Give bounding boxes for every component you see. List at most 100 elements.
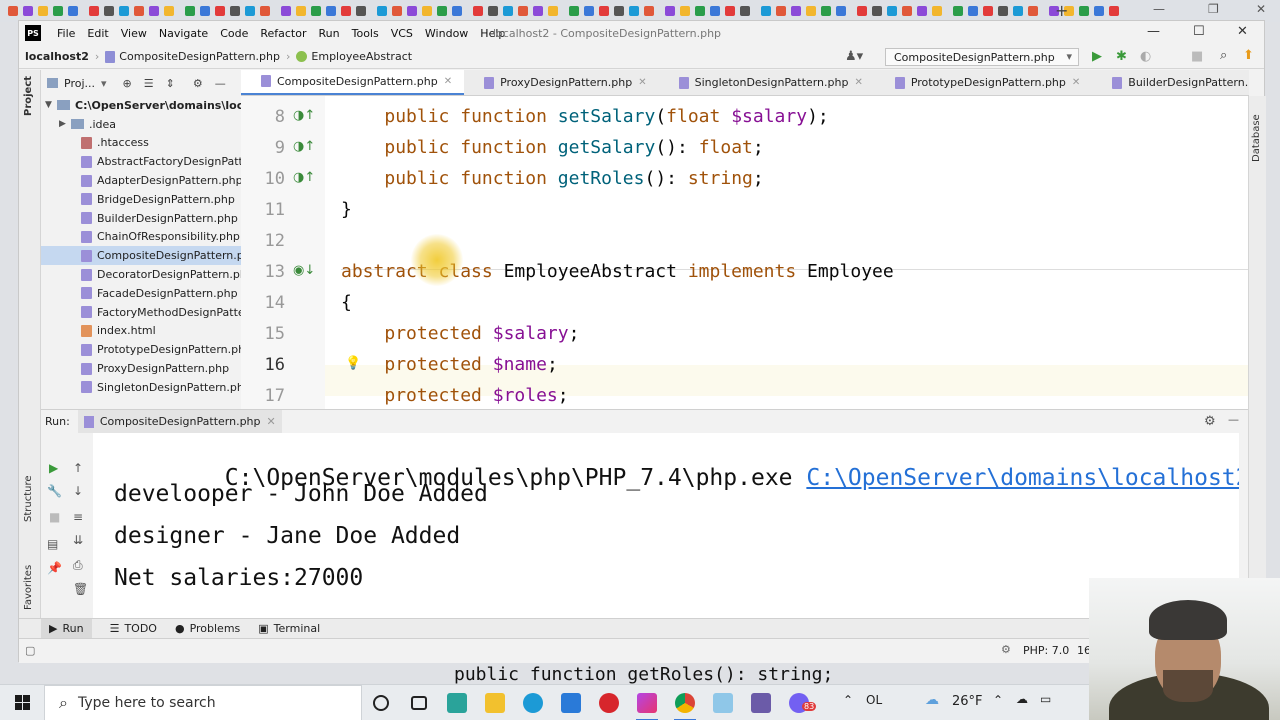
browser-tab-favicon-icon[interactable] [710,6,720,16]
menu-edit[interactable]: Edit [81,27,114,40]
notepad-icon[interactable] [704,685,742,720]
browser-tab-favicon-icon[interactable] [8,6,18,16]
new-tab-icon[interactable]: + [1055,1,1068,20]
user-icon[interactable]: ♟▾ [845,49,863,64]
collapse-all-icon[interactable]: ⇕ [166,77,175,90]
menu-navigate[interactable]: Navigate [153,27,214,40]
debug-icon[interactable]: ✱ [1116,49,1127,64]
viber-icon[interactable]: 83 [780,685,818,720]
browser-tab-favicon-icon[interactable] [23,6,33,16]
implements-method-icon[interactable]: ◑↑ [293,139,315,154]
project-tool-tab[interactable]: Project [23,76,34,116]
browser-tab-favicon-icon[interactable] [245,6,255,16]
taskbar-search[interactable]: ⌕ Type here to search [44,684,362,720]
browser-tab-favicon-icon[interactable] [260,6,270,16]
breadcrumb-file[interactable]: CompositeDesignPattern.php [99,50,286,63]
browser-tab-favicon-icon[interactable] [836,6,846,16]
trash-icon[interactable]: 🗑 [73,582,88,596]
code-editor[interactable]: 8 ◑↑ 9 ◑↑ 10 ◑↑ 11 12 13 ◉↓ 14 15 16 17 public functi… [241,96,1248,421]
cortana-icon[interactable] [362,685,400,720]
print-icon[interactable]: ⎙ [73,558,83,573]
menu-view[interactable]: View [115,27,153,40]
browser-tab-favicon-icon[interactable] [791,6,801,16]
browser-tab-favicon-icon[interactable] [68,6,78,16]
browser-tab-favicon-icon[interactable] [533,6,543,16]
scroll-to-end-icon[interactable]: ⇊ [73,533,83,547]
pin-icon[interactable]: 📌 [47,561,62,575]
menu-code[interactable]: Code [214,27,254,40]
file-explorer-icon[interactable] [476,685,514,720]
wrench-icon[interactable]: 🔧 [47,484,62,498]
expand-all-icon[interactable]: ☰ [144,77,154,90]
tree-item[interactable]: AbstractFactoryDesignPattern.php [41,152,241,171]
hide-panel-icon[interactable]: — [215,77,226,90]
mail-icon[interactable] [552,685,590,720]
weather-icon[interactable]: ☁ [925,692,939,708]
browser-tab-favicon-icon[interactable] [857,6,867,16]
browser-tab-favicon-icon[interactable] [740,6,750,16]
editor-tab[interactable]: SingletonDesignPattern.php ✕ [659,70,875,95]
browser-tab-favicon-icon[interactable] [569,6,579,16]
menu-file[interactable]: File [51,27,81,40]
cloud-icon[interactable]: ☁ [1016,692,1028,706]
tree-root[interactable]: ▼ C:\OpenServer\domains\localhost2 [41,96,241,115]
browser-tab-favicon-icon[interactable] [983,6,993,16]
browser-tab-favicon-icon[interactable] [821,6,831,16]
implements-method-icon[interactable]: ◑↑ [293,170,315,185]
tree-item[interactable]: BridgeDesignPattern.php [41,190,241,209]
tree-item[interactable]: DecoratorDesignPattern.php [41,265,241,284]
structure-tool-tab[interactable]: Structure [23,475,34,522]
browser-tab-favicon-icon[interactable] [296,6,306,16]
close-icon[interactable]: ✕ [1237,24,1248,39]
browser-tab-favicon-icon[interactable] [488,6,498,16]
console-file-link[interactable]: C:\OpenServer\domains\localhost2\C [806,465,1239,491]
coverage-icon[interactable]: ◐ [1140,49,1151,64]
browser-tab-favicon-icon[interactable] [695,6,705,16]
browser-tab-favicon-icon[interactable] [503,6,513,16]
task-view-icon[interactable] [400,685,438,720]
soft-wrap-icon[interactable]: ≡ [73,510,83,524]
search-icon[interactable]: ⌕ [1220,48,1227,63]
browser-tab-favicon-icon[interactable] [998,6,1008,16]
browser-tab-favicon-icon[interactable] [968,6,978,16]
browser-tab-favicon-icon[interactable] [518,6,528,16]
layout-icon[interactable]: ▤ [47,537,58,551]
browser-tab-favicon-icon[interactable] [341,6,351,16]
database-tool-tab[interactable]: Database [1251,114,1262,162]
tray-overflow-icon[interactable]: ⌃ [843,693,853,707]
browser-tab-favicon-icon[interactable] [185,6,195,16]
favorites-tool-tab[interactable]: Favorites [23,565,34,610]
browser-tab-favicon-icon[interactable] [1028,6,1038,16]
browser-tab-favicon-icon[interactable] [917,6,927,16]
browser-tab-favicon-icon[interactable] [356,6,366,16]
browser-tab-favicon-icon[interactable] [887,6,897,16]
editor-tab[interactable]: ProxyDesignPattern.php ✕ [464,70,659,95]
browser-tab-favicon-icon[interactable] [614,6,624,16]
weather-temp[interactable]: 26°F [952,694,983,709]
breadcrumb-symbol[interactable]: EmployeeAbstract [290,50,418,63]
gear-icon[interactable]: ⚙ [193,77,203,90]
browser-tab-favicon-icon[interactable] [119,6,129,16]
tree-item[interactable]: BuilderDesignPattern.php [41,209,241,228]
browser-tab-favicon-icon[interactable] [599,6,609,16]
browser-tab-favicon-icon[interactable] [584,6,594,16]
tree-item[interactable]: CompositeDesignPattern.php [41,246,241,266]
editor-tab[interactable]: CompositeDesignPattern.php ✕ [241,70,465,95]
close-tab-icon[interactable]: ✕ [444,76,452,87]
browser-tab-favicon-icon[interactable] [1079,6,1089,16]
run-icon[interactable]: ▶ [1092,49,1102,64]
browser-tab-favicon-icon[interactable] [104,6,114,16]
browser-tab-favicon-icon[interactable] [644,6,654,16]
network-icon[interactable]: ▭ [1040,692,1051,706]
phpstorm-app-icon[interactable] [628,685,666,720]
tree-item[interactable]: ProxyDesignPattern.php [41,359,241,378]
tree-item[interactable]: FactoryMethodDesignPattern.php [41,303,241,322]
browser-tab-favicon-icon[interactable] [215,6,225,16]
bottom-tab-run[interactable]: ▶ Run [41,618,92,639]
edge-icon[interactable] [514,685,552,720]
browser-tab-favicon-icon[interactable] [134,6,144,16]
chevron-down-icon[interactable]: ▼ [45,100,57,110]
chrome-icon[interactable] [666,685,704,720]
editor-tab[interactable]: BuilderDesignPattern.php✕ [1092,70,1249,95]
browser-tab-favicon-icon[interactable] [452,6,462,16]
